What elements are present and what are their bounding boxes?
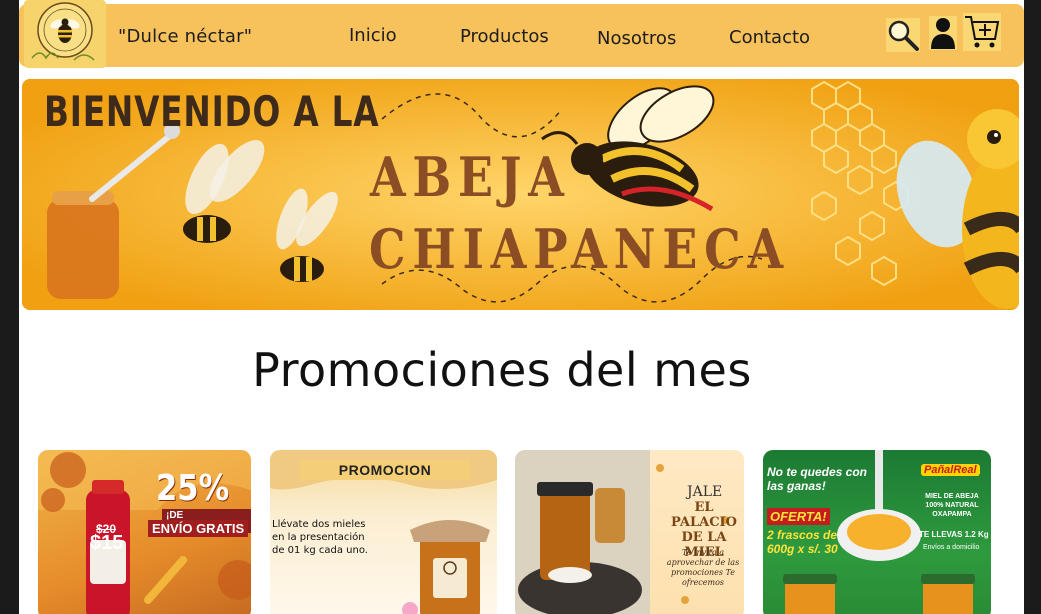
promo-card-jale[interactable]: JALE EL PALACIO DE LA MIEL Te invita a a… [515,450,744,614]
promo-invite: Te invita a aprovechar de las promocione… [666,548,740,587]
nav-inicio[interactable]: Inicio [349,25,397,46]
nav-productos[interactable]: Productos [460,26,549,47]
offer-headline: No te quedes con las ganas! [767,465,868,493]
nav-nosotros[interactable]: Nosotros [597,28,676,49]
offer-brand: PañalReal [921,464,980,476]
offer-delivery: Envíos a domicilio [923,544,980,551]
bee-logo-icon[interactable] [24,0,106,68]
offer-quantity: TE LLEVAS 1.2 Kg [919,530,989,539]
page: "Dulce néctar" Inicio Productos Nosotros… [19,0,1024,614]
promo-card-two-honeys[interactable]: PROMOCION Llévate dos mieles en la prese… [270,450,497,614]
offer-badge: OFERTA! [767,508,830,525]
navbar: "Dulce néctar" Inicio Productos Nosotros… [19,0,1024,68]
jale-label: JALE [687,484,723,500]
new-price: $15 [90,532,124,554]
banner-title: BIENVENIDO A LA [44,87,380,136]
free-shipping-label: ENVÍO GRATIS [148,520,249,537]
discount-percent: 25% [156,468,230,509]
offer-tagline: MIEL DE ABEJA 100% NATURAL OXAPAMPA [925,493,979,518]
brand-slogan: "Dulce néctar" [118,26,253,47]
promo-heading: PROMOCION [300,460,470,480]
nav-contacto[interactable]: Contacto [729,27,810,48]
banner-line-1: ABEJA [370,145,571,209]
welcome-banner: BIENVENIDO A LA ABEJA CHIAPANECA [22,79,1019,310]
banner-line-2: CHIAPANECA [369,217,790,281]
cart-icon[interactable] [963,13,1001,51]
promo-description: Llévate dos mieles en la presentación de… [272,519,368,556]
user-icon[interactable] [929,16,957,50]
promo-card-discount[interactable]: 25% ¡DE DESCUENTO! ENVÍO GRATIS $20 $15 [38,450,251,614]
offer-detail: 2 frascos de 600g x s/. 30 [767,528,838,556]
promotions-title: Promociones del mes [252,343,752,397]
promo-card-offer[interactable]: No te quedes con las ganas! OFERTA! 2 fr… [763,450,991,614]
search-icon[interactable] [885,17,921,53]
